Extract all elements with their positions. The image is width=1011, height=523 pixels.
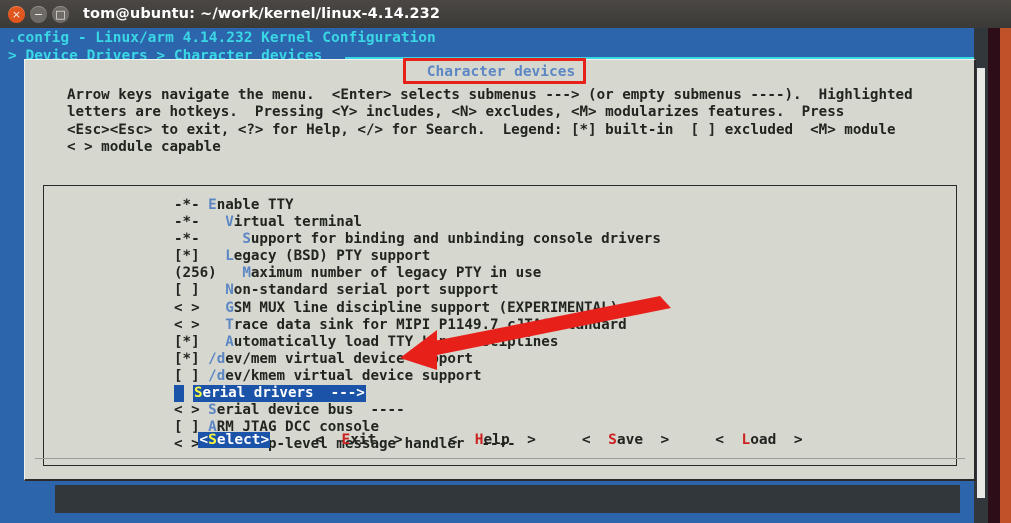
- button-label: elp >: [483, 432, 536, 448]
- menu-item[interactable]: (256) Maximum number of legacy PTY in us…: [174, 265, 661, 282]
- menu-item[interactable]: [*] /dev/mem virtual device support: [174, 351, 661, 368]
- menu-item-hotkey: N: [225, 282, 234, 299]
- button-prefix: <: [715, 432, 742, 448]
- dialog-button[interactable]: < Exit >: [314, 432, 403, 448]
- menu-item[interactable]: < > Trace data sink for MIPI P1149.7 cJT…: [174, 317, 661, 334]
- close-icon[interactable]: ×: [8, 5, 25, 23]
- button-label: oad >: [750, 432, 803, 448]
- menu-item-label: aximum number of legacy PTY in use: [250, 265, 542, 282]
- button-hotkey: S: [608, 432, 617, 448]
- dialog-button[interactable]: < Load >: [714, 432, 803, 448]
- menu-item-hotkey: E: [208, 197, 217, 213]
- button-prefix: <: [315, 432, 342, 448]
- menu-item[interactable]: [ ] Non-standard serial port support: [174, 282, 661, 299]
- menu-item-marker: < >: [174, 316, 226, 333]
- dialog-buttons: <Select> < Exit > < Help > < Save > < Load >: [25, 432, 977, 448]
- kernel-config-header: .config - Linux/arm 4.14.232 Kernel Conf…: [8, 30, 436, 46]
- menu-item-marker: < >: [174, 299, 226, 316]
- menuconfig-dialog: Character devices Arrow keys navigate th…: [24, 59, 976, 481]
- menu-item-hotkey: /d: [208, 367, 226, 384]
- terminal-scrollbar[interactable]: [977, 68, 985, 498]
- button-prefix: <: [199, 432, 209, 448]
- menu-item-hotkey: S: [194, 385, 203, 402]
- menu-item[interactable]: < > Serial device bus ----: [174, 402, 661, 419]
- menu-item-label: ev/kmem virtual device support: [225, 367, 482, 384]
- button-label: xit >: [350, 432, 403, 448]
- dialog-button[interactable]: < Help >: [448, 432, 537, 448]
- menu-item-selected[interactable]: Serial drivers --->: [193, 385, 366, 403]
- window-controls: × − □: [8, 5, 69, 23]
- menu-item-hotkey: S: [208, 402, 217, 419]
- terminal-area: .config - Linux/arm 4.14.232 Kernel Conf…: [0, 28, 1011, 523]
- minimize-icon[interactable]: −: [30, 5, 47, 23]
- button-hotkey: S: [208, 432, 217, 448]
- menu-item-label: irtual terminal: [233, 214, 362, 231]
- menu-item-hotkey: S: [242, 231, 251, 248]
- menu-item-marker: -*-: [174, 231, 243, 248]
- button-hotkey: H: [474, 432, 484, 448]
- window-border-outer: [1000, 28, 1011, 523]
- menu-item-label: nable TTY: [216, 197, 294, 213]
- menu-item[interactable]: < > GSM MUX line discipline support (EXP…: [174, 300, 661, 317]
- menu-item-hotkey: /d: [208, 350, 226, 367]
- menu-item[interactable]: -*- Support for binding and unbinding co…: [174, 231, 661, 248]
- menu-item[interactable]: Serial drivers --->: [174, 385, 661, 403]
- menu-item-hotkey: L: [225, 248, 234, 265]
- menu-list[interactable]: -*- Enable TTY -*- Virtual terminal -*- Su…: [43, 185, 957, 466]
- terminal-dark-strip: [55, 485, 960, 513]
- menu-item-marker: [*]: [174, 350, 209, 367]
- menu-item-marker: [ ]: [174, 282, 226, 299]
- menu-item[interactable]: [ ] /dev/kmem virtual device support: [174, 368, 661, 385]
- menu-item-label: ev/mem virtual device support: [225, 350, 473, 367]
- menu-item[interactable]: -*- Virtual terminal: [174, 214, 661, 231]
- button-hotkey: E: [341, 432, 351, 448]
- menu-item-label: egacy (BSD) PTY support: [233, 248, 431, 265]
- menu-item-hotkey: V: [225, 214, 234, 231]
- button-prefix: <: [448, 432, 475, 448]
- window-titlebar: × − □ tom@ubuntu: ~/work/kernel/linux-4.…: [0, 0, 1011, 29]
- menu-item-marker: [*]: [174, 333, 226, 350]
- button-hotkey: L: [741, 432, 751, 448]
- annotation-highlight-box: [403, 58, 586, 84]
- window-border-inner: [988, 28, 1000, 523]
- button-label: elect>: [216, 432, 270, 448]
- menu-item-marker: -*-: [174, 214, 226, 231]
- button-label: ave >: [616, 432, 670, 448]
- menu-item[interactable]: -*- Enable TTY: [174, 197, 661, 214]
- menu-item-marker: -*-: [174, 197, 209, 213]
- menu-item-marker: [ ]: [174, 367, 209, 384]
- menu-item-label: upport for binding and unbinding console…: [250, 231, 661, 248]
- menu-item-label: on-standard serial port support: [233, 282, 499, 299]
- button-separator: [35, 458, 965, 459]
- dialog-button[interactable]: < Save >: [581, 432, 670, 448]
- menu-item-marker: < >: [174, 402, 209, 419]
- dialog-button[interactable]: <Select>: [198, 432, 271, 448]
- menu-item-label: erial drivers --->: [202, 385, 365, 402]
- menu-item-hotkey: T: [225, 316, 234, 333]
- button-prefix: <: [581, 432, 609, 448]
- selection-cursor: [174, 385, 184, 403]
- menu-item[interactable]: [*] Automatically load TTY Line Discipli…: [174, 334, 661, 351]
- dialog-help-text: Arrow keys navigate the menu. <Enter> se…: [67, 87, 913, 155]
- menu-item-label: race data sink for MIPI P1149.7 cJTAG st…: [233, 316, 627, 333]
- menu-item-hotkey: G: [225, 299, 234, 316]
- menu-rows: -*- Enable TTY -*- Virtual terminal -*- Su…: [174, 197, 661, 453]
- maximize-icon[interactable]: □: [52, 5, 69, 23]
- menu-item-label: erial device bus ----: [216, 402, 405, 419]
- menu-item-hotkey: M: [242, 265, 251, 282]
- screen: × − □ tom@ubuntu: ~/work/kernel/linux-4.…: [0, 0, 1011, 523]
- menu-item-label: SM MUX line discipline support (EXPERIME…: [233, 299, 619, 316]
- menu-item-marker: [*]: [174, 248, 226, 265]
- window-title: tom@ubuntu: ~/work/kernel/linux-4.14.232: [83, 6, 441, 22]
- menu-item-marker: (256): [174, 265, 243, 282]
- menu-item-label: utomatically load TTY Line Disciplines: [233, 333, 559, 350]
- selection-gap: [184, 385, 193, 403]
- menu-item[interactable]: [*] Legacy (BSD) PTY support: [174, 248, 661, 265]
- menu-item-hotkey: A: [225, 333, 234, 350]
